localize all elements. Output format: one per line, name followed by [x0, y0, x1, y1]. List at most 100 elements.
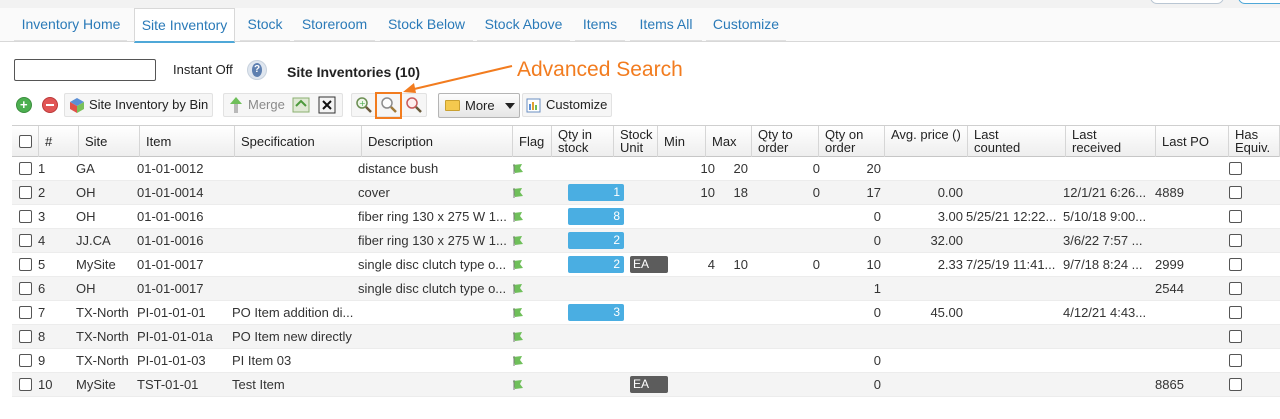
header-max[interactable]: Max [706, 126, 752, 157]
has-equiv-checkbox[interactable] [1229, 210, 1242, 223]
cell-received: 9/7/18 8:24 ... [1063, 257, 1143, 272]
cell-site: OH [76, 281, 96, 296]
select-all-checkbox[interactable] [19, 135, 32, 148]
cell-site: TX-North [76, 329, 129, 344]
row-select-checkbox[interactable] [19, 282, 32, 295]
table-row[interactable]: 4 JJ.CA 01-01-0016 fiber ring 130 x 275 W 1… [12, 229, 1280, 253]
cell-avg: 3.00 [937, 209, 963, 224]
flag-icon[interactable] [512, 331, 523, 342]
table-row[interactable]: 6 OH 01-01-0017 single disc clutch type o..… [12, 277, 1280, 301]
row-select-checkbox[interactable] [19, 210, 32, 223]
has-equiv-checkbox[interactable] [1229, 258, 1242, 271]
cell-on-order: 1 [873, 281, 881, 296]
cell-spec: PI Item 03 [232, 353, 292, 368]
row-select-checkbox[interactable] [19, 354, 32, 367]
cell-desc: fiber ring 130 x 275 W 1... [358, 233, 507, 248]
header-site[interactable]: Site [79, 126, 140, 157]
has-equiv-checkbox[interactable] [1229, 186, 1242, 199]
flag-icon[interactable] [512, 283, 523, 294]
header-specification[interactable]: Specification [235, 126, 362, 157]
header-has-equiv[interactable]: Has Equiv. [1229, 126, 1280, 157]
flag-icon[interactable] [512, 163, 523, 174]
cell-po: 2544 [1155, 281, 1184, 296]
cell-item: PI-01-01-03 [137, 353, 206, 368]
has-equiv-checkbox[interactable] [1229, 330, 1242, 343]
row-select-checkbox[interactable] [19, 234, 32, 247]
header-flag[interactable]: Flag [513, 126, 552, 157]
row-select-checkbox[interactable] [19, 162, 32, 175]
row-select-checkbox[interactable] [19, 186, 32, 199]
refresh-green-icon[interactable] [292, 96, 310, 114]
cell-n: 3 [38, 209, 46, 224]
header-qty-to-order[interactable]: Qty to order [752, 126, 819, 157]
cell-on-order: 0 [873, 209, 881, 224]
cell-spec: Test Item [232, 377, 285, 392]
cell-desc: single disc clutch type o... [358, 281, 507, 296]
cell-site: OH [76, 185, 96, 200]
table-row[interactable]: 1 GA 01-01-0012 distance bush 10 20 0 20 [12, 157, 1280, 181]
row-select-checkbox[interactable] [19, 306, 32, 319]
table-row[interactable]: 2 OH 01-01-0014 cover 10 18 0 17 0.00 12/1/21 6:2… [12, 181, 1280, 205]
has-equiv-checkbox[interactable] [1229, 234, 1242, 247]
flag-icon[interactable] [512, 211, 523, 222]
flag-icon[interactable] [512, 235, 523, 246]
header-row-number[interactable]: # [39, 126, 79, 157]
row-select-checkbox[interactable] [19, 330, 32, 343]
flag-icon[interactable] [512, 355, 523, 366]
table-row[interactable]: 7 TX-North PI-01-01-01 PO Item addition di.… [12, 301, 1280, 325]
delete-icon[interactable] [42, 97, 58, 113]
cell-n: 10 [38, 377, 53, 392]
cell-to-order: 0 [812, 185, 820, 200]
cell-site: GA [76, 161, 95, 176]
table-row[interactable]: 3 OH 01-01-0016 fiber ring 130 x 275 W 1...… [12, 205, 1280, 229]
row-select-checkbox[interactable] [19, 378, 32, 391]
cell-received: 3/6/22 7:57 ... [1063, 233, 1143, 248]
row-select-checkbox[interactable] [19, 258, 32, 271]
merge-icon [230, 97, 242, 113]
has-equiv-checkbox[interactable] [1229, 282, 1242, 295]
flag-icon[interactable] [512, 259, 523, 270]
has-equiv-checkbox[interactable] [1229, 306, 1242, 319]
customize-icon [526, 98, 541, 113]
header-min[interactable]: Min [658, 126, 706, 157]
cell-n: 5 [38, 257, 46, 272]
has-equiv-checkbox[interactable] [1229, 162, 1242, 175]
close-box-icon[interactable] [318, 96, 336, 114]
svg-text:+: + [359, 99, 366, 108]
flag-icon[interactable] [512, 379, 523, 390]
cell-item: PI-01-01-01a [137, 329, 213, 344]
cell-on-order: 0 [873, 305, 881, 320]
header-last-counted[interactable]: Last counted [968, 126, 1066, 157]
header-qty-on-order[interactable]: Qty on order [819, 126, 885, 157]
more-dropdown[interactable]: More [438, 93, 520, 118]
header-stock-unit[interactable]: Stock Unit [614, 126, 658, 157]
table-row[interactable]: 8 TX-North PI-01-01-01a PO Item new directl… [12, 325, 1280, 349]
flag-icon[interactable] [512, 307, 523, 318]
flag-icon[interactable] [512, 187, 523, 198]
table-row[interactable]: 10 MySite TST-01-01 Test Item 0 8865 EA [12, 373, 1280, 397]
header-avg-price[interactable]: Avg. price () [885, 126, 968, 157]
cell-on-order: 0 [873, 353, 881, 368]
cell-n: 1 [38, 161, 46, 176]
has-equiv-checkbox[interactable] [1229, 378, 1242, 391]
header-description[interactable]: Description [362, 126, 513, 157]
header-item[interactable]: Item [140, 126, 235, 157]
header-qty-in-stock[interactable]: Qty in stock [552, 126, 614, 157]
table-header: # Site Item Specification Description Fl… [12, 125, 1280, 157]
table-row[interactable]: 5 MySite 01-01-0017 single disc clutch type… [12, 253, 1280, 277]
has-equiv-checkbox[interactable] [1229, 354, 1242, 367]
table-row[interactable]: 9 TX-North PI-01-01-03 PI Item 03 0 [12, 349, 1280, 373]
cell-site: TX-North [76, 305, 129, 320]
cell-to-order: 0 [812, 161, 820, 176]
cell-received: 4/12/21 4:43... [1063, 305, 1147, 320]
cell-item: 01-01-0017 [137, 281, 204, 296]
search-clear-icon[interactable] [405, 96, 423, 114]
header-last-received[interactable]: Last received [1066, 126, 1156, 157]
cell-po: 2999 [1155, 257, 1184, 272]
add-icon[interactable] [16, 97, 32, 113]
cell-site: MySite [76, 377, 116, 392]
cell-n: 9 [38, 353, 46, 368]
header-select-all[interactable] [12, 126, 39, 157]
search-add-icon[interactable]: + [355, 96, 373, 114]
header-last-po[interactable]: Last PO [1156, 126, 1229, 157]
